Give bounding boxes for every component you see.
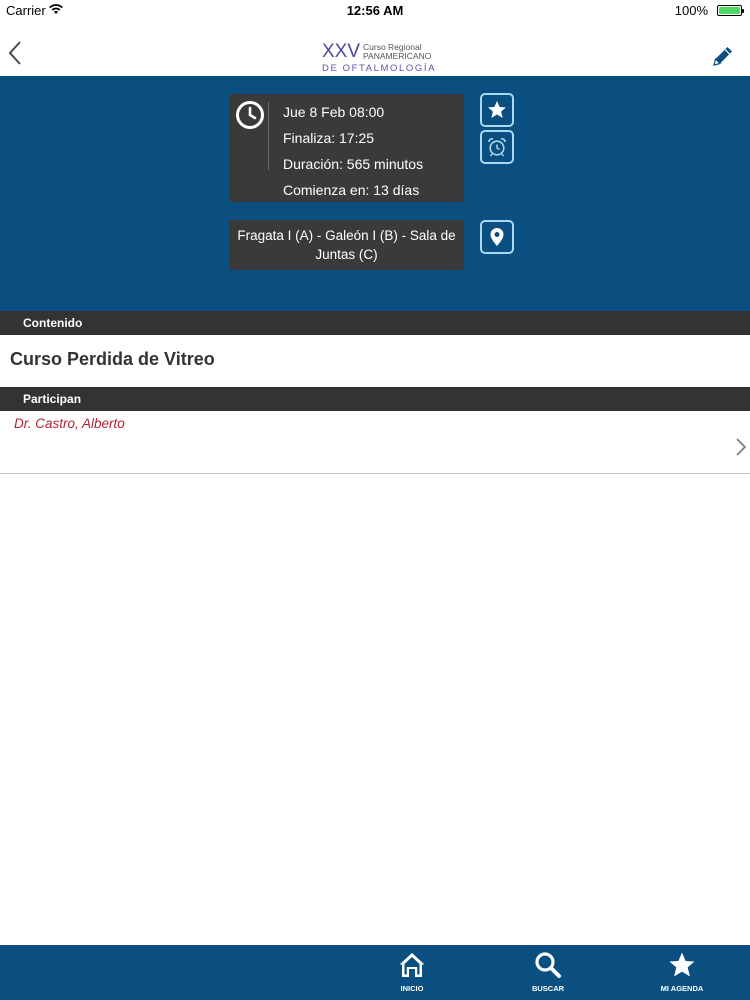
event-location: Fragata I (A) - Galeón I (B) - Sala de J…	[237, 228, 456, 262]
battery-percent: 100%	[674, 3, 708, 18]
schedule-box: Jue 8 Feb 08:00 Finaliza: 17:25 Duración…	[229, 94, 464, 202]
schedule-divider	[268, 102, 269, 170]
location-box: Fragata I (A) - Galeón I (B) - Sala de J…	[229, 220, 464, 270]
logo-line-2: PANAMERICANO	[363, 51, 432, 61]
star-icon	[669, 952, 695, 977]
section-header-participan: Participan	[0, 387, 750, 411]
favorite-button[interactable]	[480, 93, 514, 127]
participant-name: Dr. Castro, Alberto	[14, 416, 125, 431]
chevron-right-icon	[736, 438, 747, 456]
map-button[interactable]	[480, 220, 514, 254]
reminder-button[interactable]	[480, 130, 514, 164]
status-bar: Carrier 12:56 AM 100%	[0, 0, 750, 20]
edit-button[interactable]	[710, 43, 736, 69]
event-starts-in: Comienza en: 13 días	[283, 182, 420, 198]
tab-mi-agenda-label: MI AGENDA	[660, 984, 704, 993]
event-date: Jue 8 Feb 08:00	[283, 104, 385, 120]
event-header: Jue 8 Feb 08:00 Finaliza: 17:25 Duración…	[0, 76, 750, 311]
battery-icon	[717, 5, 744, 16]
clock-icon	[236, 101, 264, 129]
tab-inicio-label: INICIO	[400, 984, 424, 993]
tab-buscar[interactable]: BUSCAR	[508, 945, 588, 1000]
navigation-bar: XXV Curso Regional PANAMERICANO DE OFTAL…	[0, 20, 750, 76]
tab-mi-agenda[interactable]: MI AGENDA	[642, 945, 722, 1000]
tab-bar: INICIO BUSCAR MI AGENDA	[0, 945, 750, 1000]
map-pin-icon	[490, 228, 504, 246]
logo-line-3: DE OFTALMOLOGÍA	[322, 63, 437, 74]
participant-row[interactable]: Dr. Castro, Alberto	[0, 412, 750, 474]
clock-time: 12:56 AM	[346, 3, 404, 18]
course-title: Curso Perdida de Vitreo	[10, 349, 215, 369]
tab-inicio[interactable]: INICIO	[372, 945, 452, 1000]
event-detail-screen: Carrier 12:56 AM 100% XXV Curso Regional…	[0, 0, 750, 1000]
logo-numeral: XXV	[322, 41, 361, 62]
star-icon	[488, 101, 506, 118]
alarm-clock-icon	[488, 138, 506, 157]
tab-buscar-label: BUSCAR	[531, 984, 565, 993]
back-button[interactable]	[6, 40, 26, 66]
search-icon	[535, 952, 561, 978]
congress-logo: XXV Curso Regional PANAMERICANO DE OFTAL…	[322, 41, 440, 75]
event-end-time: Finaliza: 17:25	[283, 130, 375, 146]
event-duration: Duración: 565 minutos	[283, 156, 424, 172]
home-icon	[399, 953, 425, 977]
section-header-contenido: Contenido	[0, 311, 750, 335]
